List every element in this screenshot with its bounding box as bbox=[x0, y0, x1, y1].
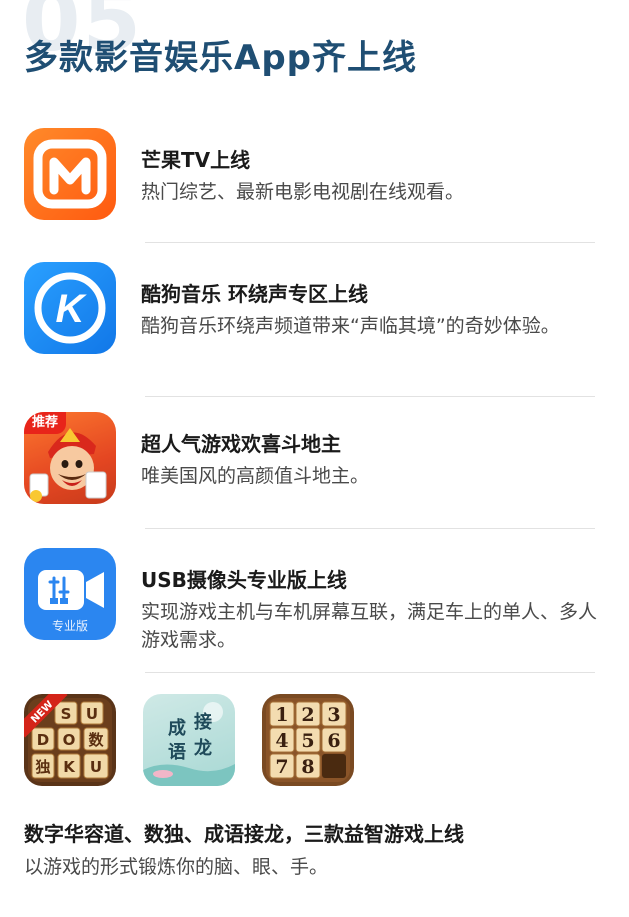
idiom-tile: 龙 bbox=[194, 737, 212, 759]
idiom-chain-icon[interactable]: 成 接 语 龙 bbox=[143, 694, 235, 786]
kugou-letter: K bbox=[56, 287, 88, 331]
divider bbox=[145, 672, 595, 673]
list-item-mango-tv[interactable]: 芒果TV上线 热门综艺、最新电影电视剧在线观看。 bbox=[24, 128, 614, 228]
klotski-tile: 4 bbox=[275, 730, 288, 752]
number-klotski-icon[interactable]: 1 2 3 4 5 6 7 8 bbox=[262, 694, 354, 786]
puzzle-games-description: 以游戏的形式锻炼你的脑、眼、手。 bbox=[24, 856, 329, 878]
idiom-tile: 接 bbox=[194, 711, 212, 733]
divider bbox=[145, 242, 595, 243]
klotski-tile: 6 bbox=[327, 730, 340, 752]
item-description: 酷狗音乐环绕声频道带来“声临其境”的奇妙体验。 bbox=[141, 315, 560, 337]
sudoku-tile: S bbox=[61, 705, 72, 723]
sudoku-tile: D bbox=[37, 731, 49, 749]
item-title: USB摄像头专业版上线 bbox=[141, 568, 347, 592]
doudizhu-game-icon[interactable]: 推荐 bbox=[24, 412, 116, 504]
item-description: 唯美国风的高颜值斗地主。 bbox=[141, 465, 370, 487]
item-description: 热门综艺、最新电影电视剧在线观看。 bbox=[141, 181, 465, 203]
item-title: 芒果TV上线 bbox=[141, 148, 251, 172]
sudoku-tile: K bbox=[63, 758, 76, 776]
list-item-kugou-music[interactable]: K 酷狗音乐 环绕声专区上线 酷狗音乐环绕声频道带来“声临其境”的奇妙体验。 bbox=[24, 262, 614, 382]
divider bbox=[145, 528, 595, 529]
idiom-tile: 成 bbox=[168, 717, 186, 739]
header: 05 多款影音娱乐App齐上线 bbox=[0, 0, 629, 95]
item-title: 酷狗音乐 环绕声专区上线 bbox=[141, 282, 368, 306]
klotski-tile: 5 bbox=[301, 730, 314, 752]
sudoku-tile: 独 bbox=[35, 758, 50, 776]
klotski-tile: 2 bbox=[301, 704, 314, 726]
mango-tv-icon[interactable] bbox=[24, 128, 116, 220]
sudoku-tile: O bbox=[63, 731, 76, 749]
klotski-tile: 8 bbox=[301, 756, 314, 778]
divider bbox=[145, 396, 595, 397]
klotski-tile: 3 bbox=[327, 704, 340, 726]
recommend-badge: 推荐 bbox=[24, 412, 66, 434]
usb-camera-icon[interactable]: 专业版 bbox=[24, 548, 116, 640]
pro-edition-badge: 专业版 bbox=[51, 619, 88, 633]
item-title: 超人气游戏欢喜斗地主 bbox=[141, 432, 341, 456]
sudoku-tile: U bbox=[86, 705, 98, 723]
sudoku-tile: 数 bbox=[88, 731, 104, 749]
klotski-tile: 1 bbox=[275, 704, 288, 726]
kugou-music-icon[interactable]: K bbox=[24, 262, 116, 354]
page-title: 多款影音娱乐App齐上线 bbox=[24, 38, 417, 78]
sudoku-tile: U bbox=[90, 758, 102, 776]
list-item-usb-camera[interactable]: 专业版 USB摄像头专业版上线 实现游戏主机与车机屏幕互联，满足车上的单人、多人… bbox=[24, 548, 614, 651]
sudoku-icon[interactable]: S U D O 数 独 K U NEW bbox=[24, 694, 116, 786]
list-item-doudizhu[interactable]: 推荐 超人气游戏欢喜斗地主 唯美国风的高颜值斗地主。 bbox=[24, 412, 614, 512]
klotski-tile: 7 bbox=[275, 756, 288, 778]
puzzle-games-title: 数字华容道、数独、成语接龙，三款益智游戏上线 bbox=[24, 822, 464, 846]
item-description: 实现游戏主机与车机屏幕互联，满足车上的单人、多人游戏需求。 bbox=[141, 601, 598, 651]
idiom-tile: 语 bbox=[168, 742, 186, 763]
